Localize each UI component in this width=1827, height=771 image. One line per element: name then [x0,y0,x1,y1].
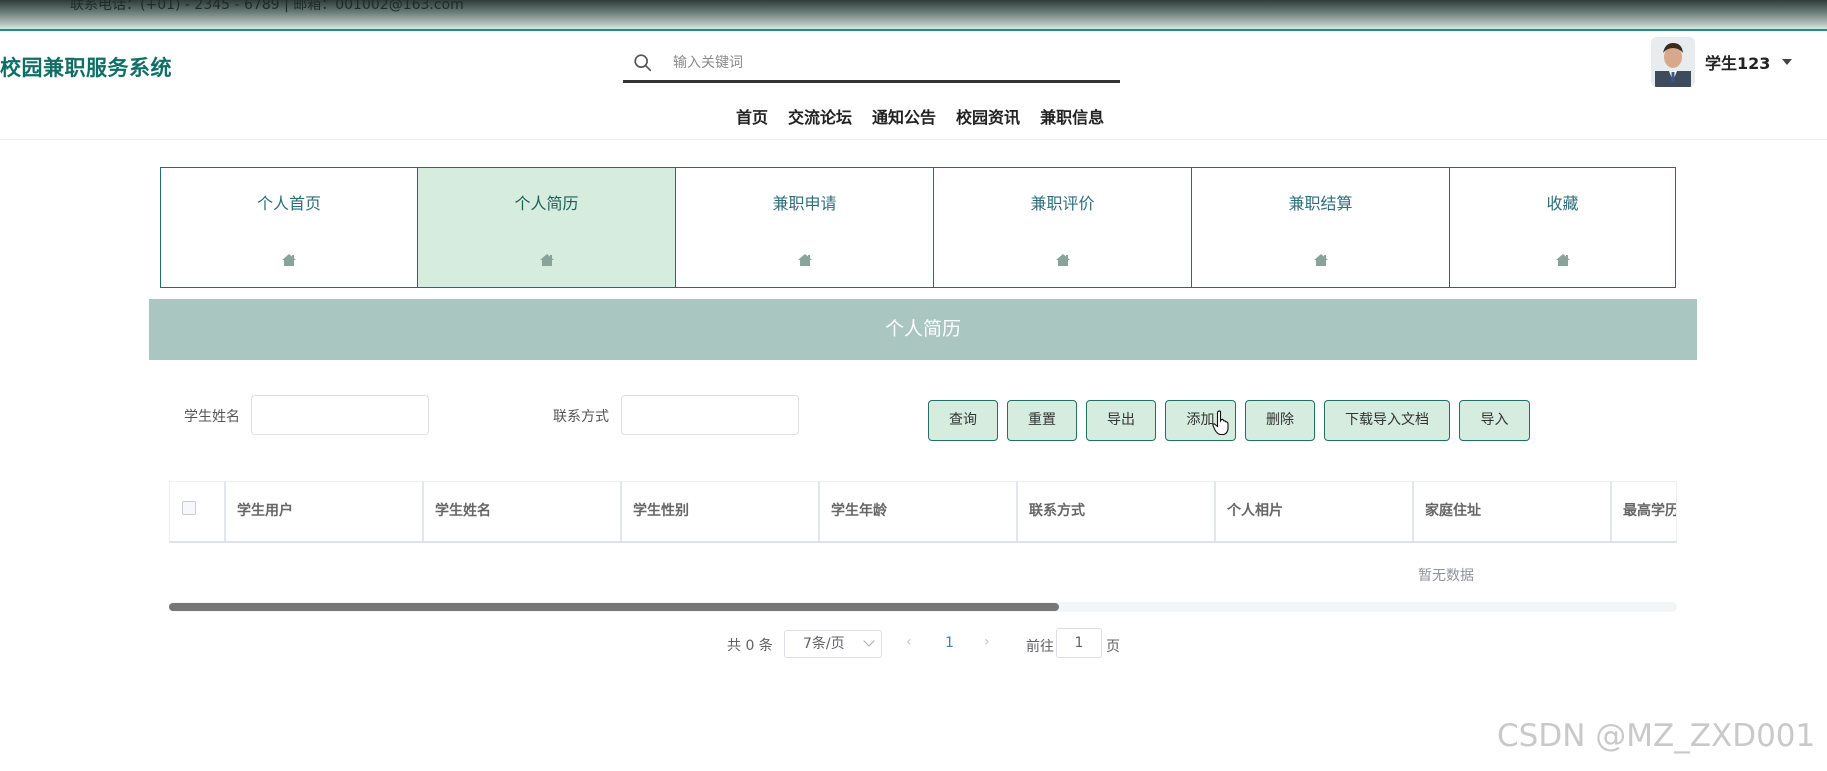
tab-favorites[interactable]: 收藏 [1450,167,1676,288]
select-all-cell [170,482,226,541]
select-all-checkbox[interactable] [182,501,196,515]
contact-label: 联系方式 [553,409,609,425]
column-header[interactable]: 个人相片 [1216,482,1414,541]
avatar-photo [1651,37,1695,87]
home-icon [1313,254,1328,266]
header-divider [0,139,1827,140]
avatar[interactable] [1651,37,1695,87]
import-button[interactable]: 导入 [1459,400,1530,441]
section-title: 个人简历 [149,299,1697,360]
contact-input[interactable] [621,395,799,435]
goto-page-input[interactable]: 1 [1056,628,1102,658]
main-nav: 首页 交流论坛 通知公告 校园资讯 兼职信息 [736,104,1124,128]
nav-forum[interactable]: 交流论坛 [788,104,852,128]
tab-label: 兼职结算 [1288,194,1353,213]
prev-page-button[interactable]: ‹ [906,634,912,650]
nav-notice[interactable]: 通知公告 [872,104,936,128]
chevron-down-icon [863,635,875,647]
student-name-input[interactable] [251,395,429,435]
query-button[interactable]: 查询 [928,400,998,441]
reset-button[interactable]: 重置 [1007,400,1077,441]
page-size-value: 7条/页 [803,636,845,652]
top-contact-bar: 联系电话：(+01) - 2345 - 6789 | 邮箱：001002@163… [0,0,1827,31]
resume-table: 学生用户 学生姓名 学生性别 学生年龄 联系方式 个人相片 家庭住址 最高学历 [169,481,1677,543]
page-size-select[interactable]: 7条/页 [784,630,882,658]
user-name[interactable]: 学生123 [1705,50,1770,74]
hand-cursor-icon [1212,410,1229,436]
tab-personal-home[interactable]: 个人首页 [160,167,418,288]
tab-label: 个人简历 [514,194,579,213]
nav-home[interactable]: 首页 [736,104,768,128]
watermark: CSDN @MZ_ZXD001 [1497,718,1816,754]
delete-button[interactable]: 删除 [1245,400,1315,441]
column-header[interactable]: 家庭住址 [1414,482,1612,541]
student-name-label: 学生姓名 [184,409,240,425]
column-header[interactable]: 学生性别 [622,482,820,541]
nav-job-info[interactable]: 兼职信息 [1040,104,1104,128]
center-tabs: 个人首页 个人简历 兼职申请 兼职评价 兼职结算 收藏 [160,167,1676,288]
home-icon [1055,254,1070,266]
search-input[interactable] [671,50,1091,76]
empty-state: 暂无数据 [1418,568,1474,584]
next-page-button[interactable]: › [984,634,990,650]
column-header[interactable]: 学生姓名 [424,482,622,541]
goto-label: 前往 [1026,639,1054,655]
chevron-down-icon[interactable] [1782,59,1793,65]
user-menu[interactable]: 学生123 [1651,36,1793,88]
tab-job-application[interactable]: 兼职申请 [676,167,934,288]
page-suffix: 页 [1106,639,1120,655]
site-title[interactable]: 校园兼职服务系统 [0,52,172,82]
tab-label: 收藏 [1546,194,1579,213]
nav-campus-news[interactable]: 校园资讯 [956,104,1020,128]
tab-resume[interactable]: 个人简历 [418,167,676,288]
total-count: 共 0 条 [727,638,773,654]
download-template-button[interactable]: 下载导入文档 [1324,400,1450,441]
contact-info: 联系电话：(+01) - 2345 - 6789 | 邮箱：001002@163… [70,0,464,13]
column-header[interactable]: 最高学历 [1612,482,1676,541]
search-icon[interactable] [632,52,654,74]
search-box[interactable] [623,46,1120,83]
tab-job-review[interactable]: 兼职评价 [934,167,1192,288]
page-number[interactable]: 1 [945,635,954,651]
tab-label: 兼职评价 [1030,194,1095,213]
home-icon [539,254,554,266]
home-icon [282,254,296,266]
home-icon [797,254,812,266]
tab-label: 兼职申请 [772,194,837,213]
column-header[interactable]: 学生年龄 [820,482,1018,541]
tab-job-settlement[interactable]: 兼职结算 [1192,167,1450,288]
home-icon [1555,254,1570,266]
column-header[interactable]: 学生用户 [226,482,424,541]
export-button[interactable]: 导出 [1086,400,1156,441]
column-header[interactable]: 联系方式 [1018,482,1216,541]
scrollbar-thumb[interactable] [169,603,1059,611]
tab-label: 个人首页 [256,194,321,213]
